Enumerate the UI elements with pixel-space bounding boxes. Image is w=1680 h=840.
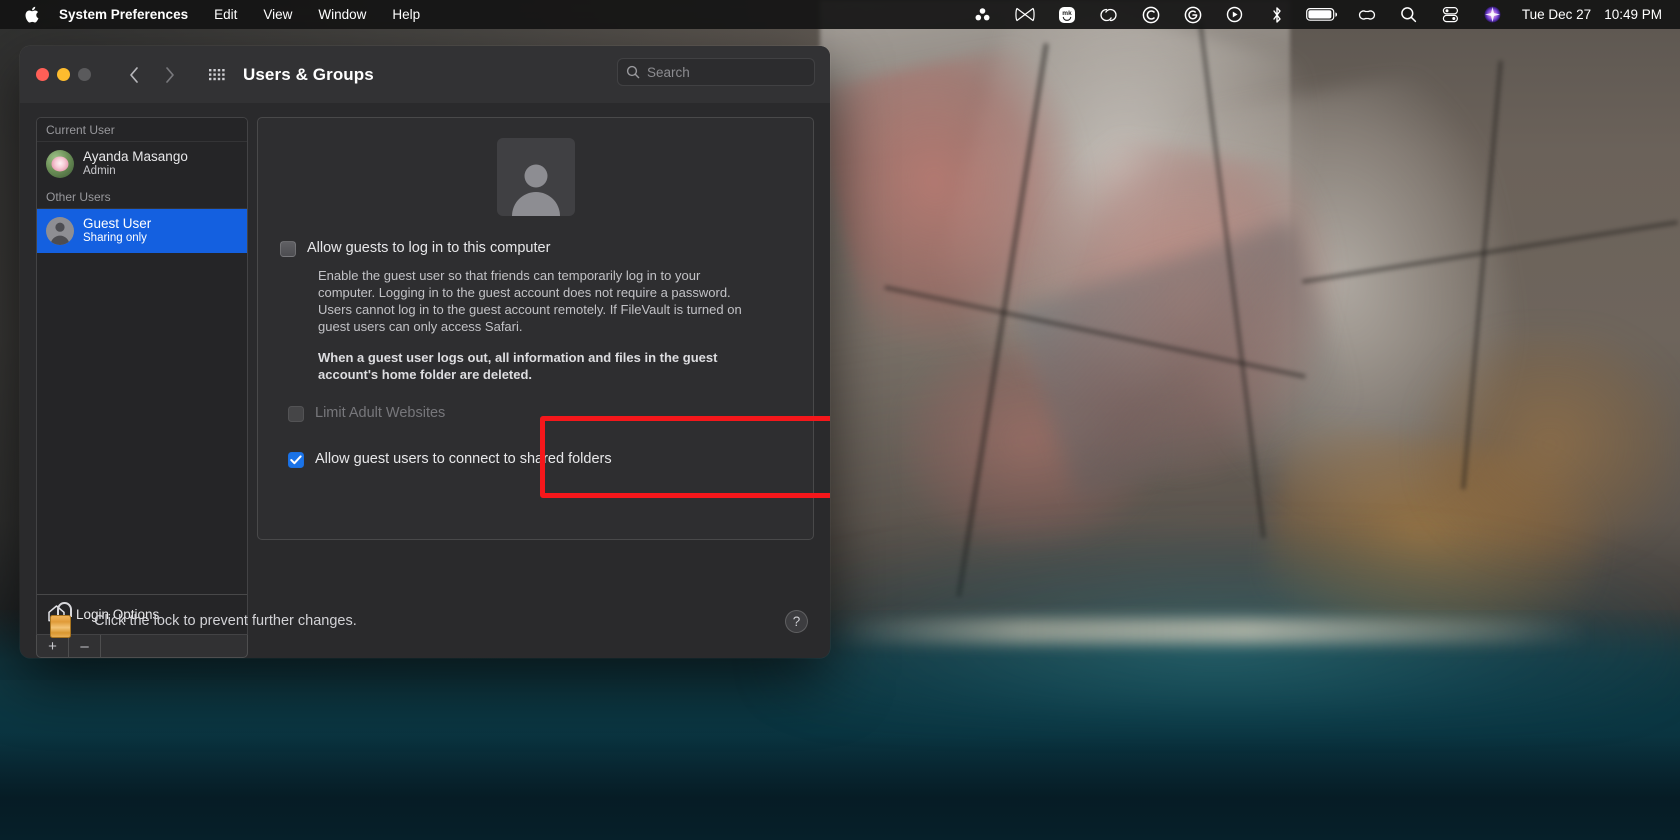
sidebar-item-ayanda-masango[interactable]: Ayanda Masango Admin: [37, 142, 247, 185]
siri-icon[interactable]: [1472, 0, 1514, 29]
letter-c-circle-icon[interactable]: [1130, 0, 1172, 29]
limit-adult-websites-label: Limit Adult Websites: [315, 404, 446, 421]
menu-bar-left: System Preferences Edit View Window Help: [16, 0, 433, 29]
sidebar-group-header-current-user: Current User: [37, 118, 247, 142]
limit-adult-websites-row: Limit Adult Websites: [288, 405, 791, 422]
help-button[interactable]: ?: [785, 609, 808, 633]
user-name: Guest User: [83, 216, 152, 232]
allow-guests-login-checkbox[interactable]: [280, 241, 296, 257]
user-info: Guest User Sharing only: [83, 216, 151, 245]
guest-person-avatar[interactable]: [496, 138, 575, 216]
minimize-button[interactable]: [57, 68, 70, 81]
menu-item-view[interactable]: View: [250, 0, 305, 29]
page-title: Users & Groups: [243, 64, 374, 84]
grammarly-icon[interactable]: [1172, 0, 1214, 29]
battery-icon[interactable]: [1298, 0, 1346, 29]
window-content: Current User Ayanda Masango Admin Other …: [20, 103, 830, 658]
window-footer: Click the lock to prevent further change…: [20, 584, 830, 658]
allow-guests-login-label: Allow guests to log in to this computer: [307, 240, 551, 256]
default-person-avatar: [46, 217, 74, 246]
show-all-grid-icon[interactable]: [205, 62, 231, 88]
play-circle-icon[interactable]: [1214, 0, 1256, 29]
users-list: Current User Ayanda Masango Admin Other …: [36, 117, 248, 635]
sidebar-group-header-other-users: Other Users: [37, 185, 247, 210]
allow-guests-login-row[interactable]: Allow guests to log in to this computer: [280, 240, 791, 257]
sidebar-item-guest-user[interactable]: Guest User Sharing only: [37, 209, 247, 253]
menu-item-edit[interactable]: Edit: [201, 0, 250, 29]
users-sidebar-wrapper: Current User Ayanda Masango Admin Other …: [36, 117, 248, 658]
menu-item-system-preferences[interactable]: System Preferences: [46, 0, 201, 29]
users-and-groups-window: Users & Groups Search Current User Ayand…: [20, 46, 830, 658]
zoom-button[interactable]: [78, 68, 91, 81]
padlock-body: [50, 615, 71, 638]
chevron-right-icon[interactable]: [157, 62, 183, 88]
control-center-icon[interactable]: [1430, 0, 1472, 29]
lotus-flower-avatar: [46, 149, 74, 178]
window-titlebar: Users & Groups Search: [20, 46, 830, 103]
search-icon[interactable]: [1388, 0, 1430, 29]
guest-description-text: Enable the guest user so that friends ca…: [318, 268, 742, 335]
wallpaper-ochre-2: [1420, 330, 1680, 560]
wallpaper-foam-line: [830, 618, 1590, 644]
clock-date: Tue Dec 27: [1521, 7, 1592, 22]
clock-time: 10:49 PM: [1604, 7, 1662, 22]
user-role: Admin: [83, 164, 116, 177]
menu-bar-clock[interactable]: Tue Dec 27 10:49 PM: [1514, 7, 1666, 22]
search-placeholder: Search: [647, 64, 690, 80]
chevron-left-icon[interactable]: [121, 62, 147, 88]
navigation-buttons: [121, 62, 183, 88]
butterfly-icon[interactable]: [1004, 0, 1046, 29]
apple-logo-icon[interactable]: [16, 6, 46, 23]
wallpaper-bottom-shadow: [0, 735, 1680, 840]
search-field[interactable]: Search: [617, 58, 815, 86]
traffic-light-buttons: [36, 68, 91, 81]
lock-status-text: Click the lock to prevent further change…: [94, 613, 357, 629]
menu-item-window[interactable]: Window: [305, 0, 379, 29]
allow-shared-folders-row[interactable]: Allow guest users to connect to shared f…: [288, 451, 791, 468]
user-info: Ayanda Masango Admin: [83, 149, 188, 178]
user-name: Ayanda Masango: [83, 149, 188, 164]
macos-menu-bar: System Preferences Edit View Window Help…: [0, 0, 1680, 29]
monkey-face-icon[interactable]: mk: [1046, 0, 1088, 29]
bluetooth-icon[interactable]: [1256, 0, 1298, 29]
close-button[interactable]: [36, 68, 49, 81]
unlocked-padlock-icon[interactable]: [46, 602, 80, 640]
user-role: Sharing only: [83, 232, 147, 245]
adobe-creative-cloud-icon[interactable]: [1088, 0, 1130, 29]
limit-adult-websites-checkbox: [288, 405, 304, 422]
allow-shared-folders-checkbox[interactable]: [288, 451, 304, 468]
guest-warning-text: When a guest user logs out, all informat…: [318, 349, 718, 382]
chain-link-icon[interactable]: [1346, 0, 1388, 29]
menu-item-help[interactable]: Help: [379, 0, 433, 29]
allow-shared-folders-label: Allow guest users to connect to shared f…: [315, 450, 612, 467]
asana-dots-icon[interactable]: [962, 0, 1004, 29]
svg-text:mk: mk: [1062, 10, 1072, 17]
search-icon: [626, 65, 640, 79]
menu-bar-status-area: mk Tue Dec 27 10:49 PM: [962, 0, 1666, 29]
guest-user-settings-panel: Allow guests to log in to this computer …: [257, 117, 830, 540]
